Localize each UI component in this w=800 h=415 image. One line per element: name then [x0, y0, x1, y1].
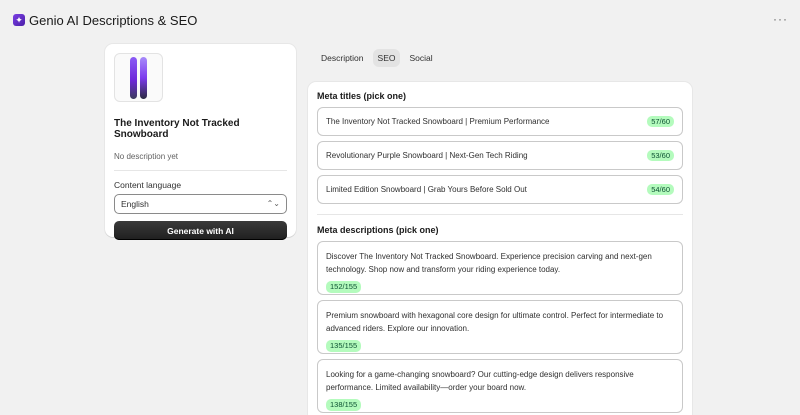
- meta-title-text: The Inventory Not Tracked Snowboard | Pr…: [326, 117, 550, 126]
- app-title: Genio AI Descriptions & SEO: [29, 12, 198, 28]
- meta-description-option[interactable]: Looking for a game-changing snowboard? O…: [317, 359, 683, 413]
- seo-panel: Meta titles (pick one) The Inventory Not…: [308, 82, 692, 415]
- meta-title-option[interactable]: The Inventory Not Tracked Snowboard | Pr…: [317, 107, 683, 136]
- content-language-label: Content language: [114, 180, 182, 190]
- product-card: The Inventory Not Tracked Snowboard No d…: [105, 44, 296, 240]
- product-title: The Inventory Not Tracked Snowboard: [114, 118, 240, 140]
- tab-seo[interactable]: SEO: [372, 49, 401, 67]
- meta-title-text: Revolutionary Purple Snowboard | Next-Ge…: [326, 151, 528, 160]
- meta-description-text: Looking for a game-changing snowboard? O…: [326, 370, 634, 392]
- meta-title-option[interactable]: Limited Edition Snowboard | Grab Yours B…: [317, 175, 683, 204]
- character-count-badge: 57/60: [647, 115, 674, 128]
- product-image: [114, 53, 163, 102]
- content-language-select[interactable]: English ⌃⌄: [114, 194, 287, 214]
- meta-titles-list: The Inventory Not Tracked Snowboard | Pr…: [317, 107, 683, 204]
- character-count-badge: 152/155: [326, 281, 362, 293]
- snowboard-image: [130, 56, 137, 99]
- meta-description-option[interactable]: Premium snowboard with hexagonal core de…: [317, 300, 683, 354]
- meta-title-option[interactable]: Revolutionary Purple Snowboard | Next-Ge…: [317, 141, 683, 170]
- content-tabs: Description SEO Social: [316, 49, 438, 67]
- meta-description-option[interactable]: Discover The Inventory Not Tracked Snowb…: [317, 241, 683, 295]
- sparkle-icon: ✦: [13, 14, 25, 26]
- meta-descriptions-list: Discover The Inventory Not Tracked Snowb…: [317, 241, 683, 413]
- meta-description-text: Premium snowboard with hexagonal core de…: [326, 311, 664, 333]
- product-description: No description yet: [114, 152, 179, 161]
- app-header: ✦ Genio AI Descriptions & SEO ···: [0, 0, 800, 40]
- character-count-badge: 138/155: [326, 399, 362, 411]
- generate-with-ai-button[interactable]: Generate with AI: [114, 221, 287, 240]
- tab-social[interactable]: Social: [404, 49, 437, 67]
- meta-title-text: Limited Edition Snowboard | Grab Yours B…: [326, 185, 527, 194]
- divider: [317, 214, 683, 215]
- meta-description-text: Discover The Inventory Not Tracked Snowb…: [326, 252, 652, 274]
- chevron-up-down-icon: ⌃⌄: [266, 199, 280, 208]
- character-count-badge: 53/60: [647, 149, 674, 162]
- more-actions-button[interactable]: ···: [773, 12, 788, 26]
- content-language-value: English: [121, 199, 149, 209]
- meta-descriptions-heading: Meta descriptions (pick one): [317, 225, 439, 235]
- divider: [114, 170, 287, 171]
- snowboard-image: [140, 56, 147, 99]
- meta-titles-heading: Meta titles (pick one): [317, 91, 407, 101]
- character-count-badge: 54/60: [647, 183, 674, 196]
- character-count-badge: 135/155: [326, 340, 362, 352]
- tab-description[interactable]: Description: [316, 49, 369, 67]
